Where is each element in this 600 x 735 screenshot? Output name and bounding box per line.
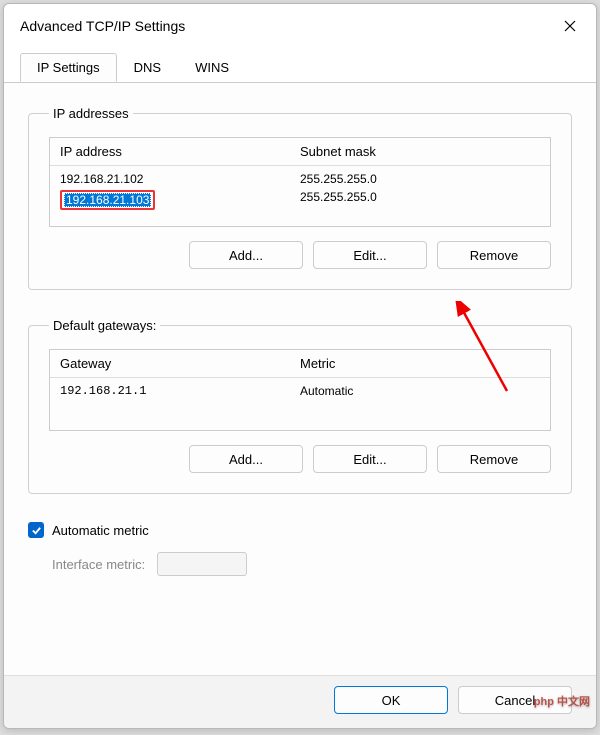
gw-button-row: Add... Edit... Remove xyxy=(49,445,551,473)
table-row[interactable]: 192.168.21.1 Automatic xyxy=(50,382,550,400)
ip-header-address: IP address xyxy=(60,144,300,159)
ip-addresses-legend: IP addresses xyxy=(49,106,133,121)
close-icon xyxy=(564,20,576,32)
automatic-metric-label: Automatic metric xyxy=(52,523,149,538)
ip-table-header: IP address Subnet mask xyxy=(50,138,550,166)
dialog-footer: OK Cancel xyxy=(4,675,596,728)
ip-remove-button[interactable]: Remove xyxy=(437,241,551,269)
gw-table-body: 192.168.21.1 Automatic xyxy=(50,378,550,430)
table-row[interactable]: 192.168.21.102 255.255.255.0 xyxy=(50,170,550,188)
ip-addresses-group: IP addresses IP address Subnet mask 192.… xyxy=(28,106,572,290)
gw-add-button[interactable]: Add... xyxy=(189,445,303,473)
tab-strip: IP Settings DNS WINS xyxy=(4,53,596,83)
gw-cell: 192.168.21.1 xyxy=(60,384,300,398)
gw-edit-button[interactable]: Edit... xyxy=(313,445,427,473)
interface-metric-label: Interface metric: xyxy=(52,557,145,572)
interface-metric-row: Interface metric: xyxy=(28,552,572,576)
ip-add-button[interactable]: Add... xyxy=(189,241,303,269)
gateways-legend: Default gateways: xyxy=(49,318,160,333)
automatic-metric-row: Automatic metric xyxy=(28,522,572,538)
mask-cell: 255.255.255.0 xyxy=(300,190,540,210)
gw-remove-button[interactable]: Remove xyxy=(437,445,551,473)
ip-cell-selected: 192.168.21.103 xyxy=(60,190,300,210)
close-button[interactable] xyxy=(556,12,584,40)
tab-wins[interactable]: WINS xyxy=(178,53,246,82)
titlebar: Advanced TCP/IP Settings xyxy=(4,4,596,48)
ip-header-mask: Subnet mask xyxy=(300,144,540,159)
tab-ip-settings[interactable]: IP Settings xyxy=(20,53,117,82)
content-area: IP addresses IP address Subnet mask 192.… xyxy=(4,82,596,675)
ip-button-row: Add... Edit... Remove xyxy=(49,241,551,269)
gateways-group: Default gateways: Gateway Metric 192.168… xyxy=(28,318,572,494)
check-icon xyxy=(31,525,42,536)
gw-header-gateway: Gateway xyxy=(60,356,300,371)
ip-table-body: 192.168.21.102 255.255.255.0 192.168.21.… xyxy=(50,166,550,226)
tab-dns[interactable]: DNS xyxy=(117,53,178,82)
automatic-metric-checkbox[interactable] xyxy=(28,522,44,538)
ok-button[interactable]: OK xyxy=(334,686,448,714)
table-row[interactable]: 192.168.21.103 255.255.255.0 xyxy=(50,188,550,212)
ip-cell: 192.168.21.102 xyxy=(60,172,300,186)
cancel-button[interactable]: Cancel xyxy=(458,686,572,714)
gateways-table[interactable]: Gateway Metric 192.168.21.1 Automatic xyxy=(49,349,551,431)
ip-addresses-table[interactable]: IP address Subnet mask 192.168.21.102 25… xyxy=(49,137,551,227)
gw-table-header: Gateway Metric xyxy=(50,350,550,378)
ip-edit-button[interactable]: Edit... xyxy=(313,241,427,269)
interface-metric-input xyxy=(157,552,247,576)
metric-cell: Automatic xyxy=(300,384,540,398)
window-title: Advanced TCP/IP Settings xyxy=(20,18,185,34)
gw-header-metric: Metric xyxy=(300,356,540,371)
mask-cell: 255.255.255.0 xyxy=(300,172,540,186)
